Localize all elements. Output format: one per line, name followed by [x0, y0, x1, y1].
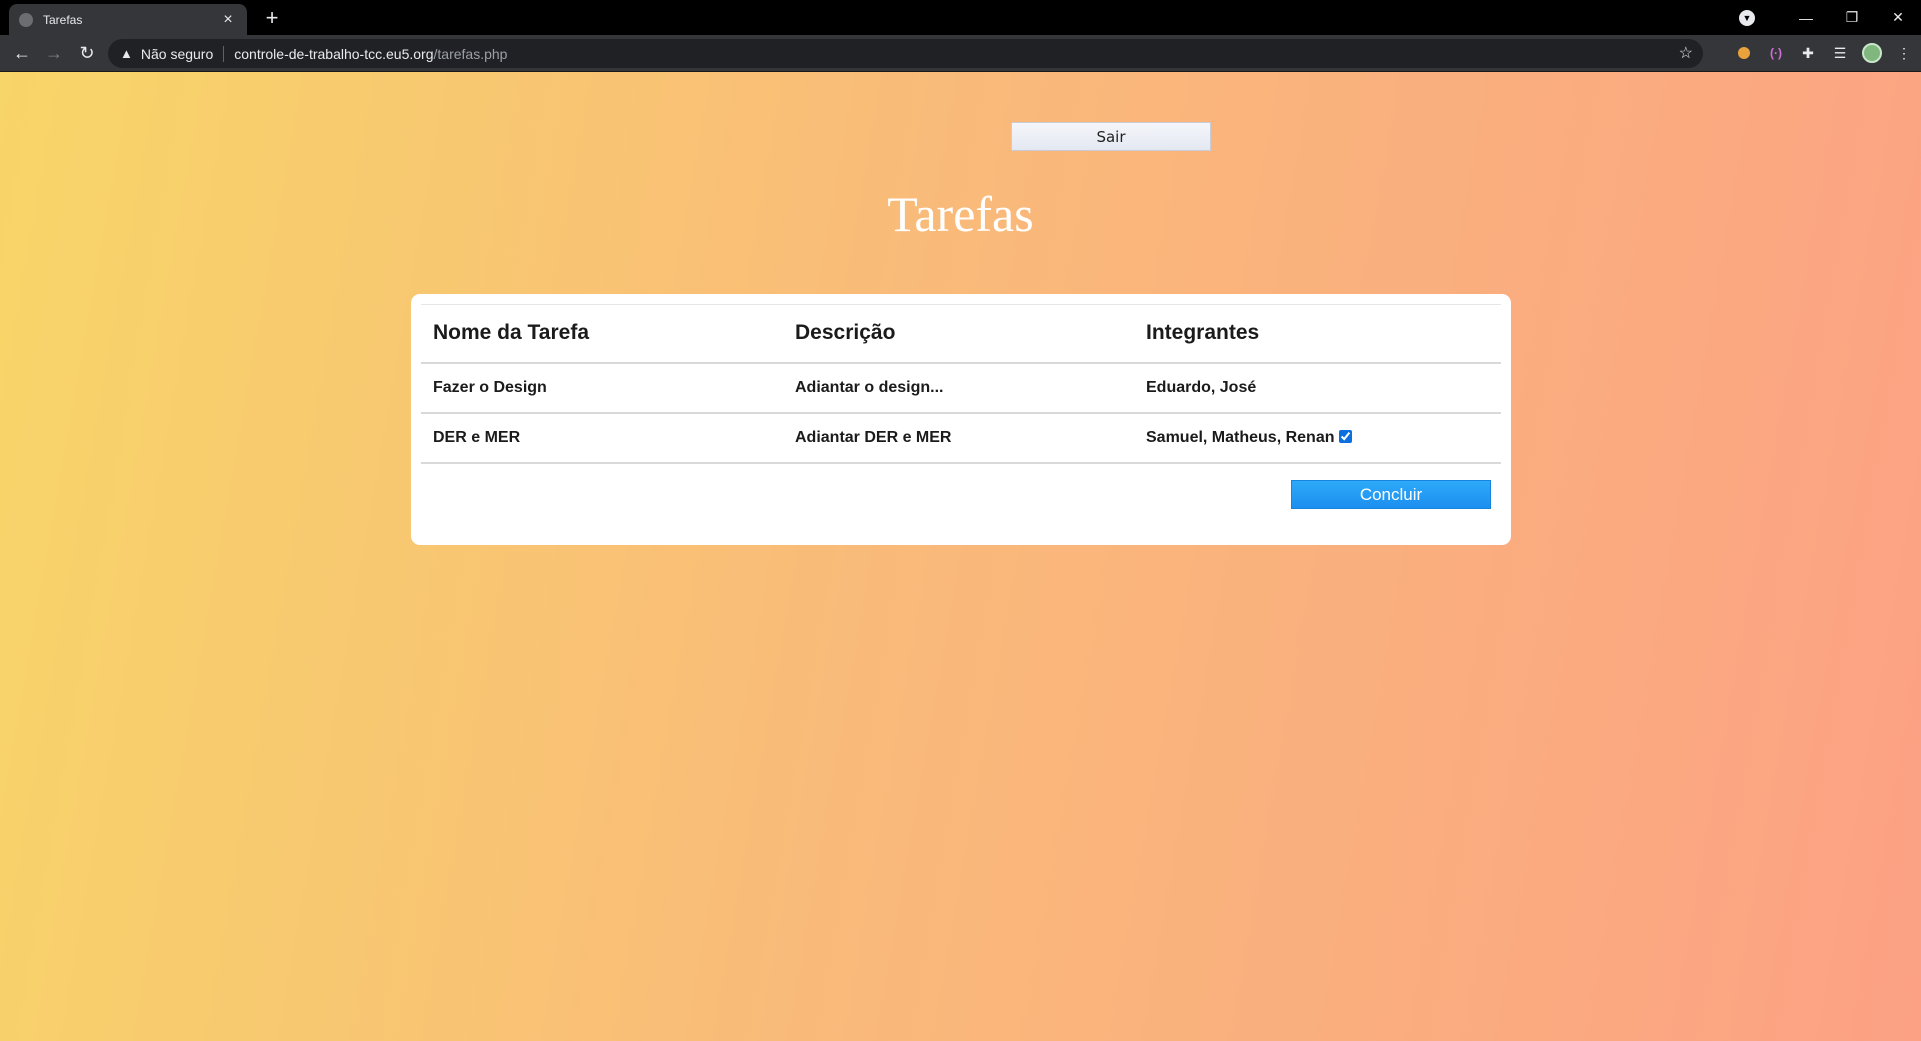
new-tab-button[interactable]: + [260, 6, 284, 30]
table-row: Fazer o Design Adiantar o design... Edua… [421, 363, 1501, 413]
code-extension-icon[interactable]: (·) [1760, 46, 1792, 60]
back-arrow-icon[interactable]: ← [10, 41, 34, 65]
media-control-icon[interactable]: ▼ [1739, 9, 1755, 26]
table-header-row: Nome da Tarefa Descrição Integrantes [421, 304, 1501, 363]
globe-icon [19, 12, 33, 27]
browser-tabstrip: Tarefas × + ▼ — ❐ ✕ [0, 0, 1921, 35]
task-members-text: Eduardo, José [1146, 378, 1257, 396]
bookmark-star-icon[interactable]: ☆ [1679, 43, 1693, 63]
table-row: DER e MER Adiantar DER e MER Samuel, Mat… [421, 413, 1501, 463]
close-tab-icon[interactable]: × [219, 11, 237, 29]
tasks-table: Nome da Tarefa Descrição Integrantes Faz… [421, 304, 1501, 464]
warning-icon: ▲ [120, 46, 133, 61]
profile-avatar[interactable] [1856, 43, 1888, 63]
url-path: /tarefas.php [433, 45, 508, 62]
column-header-name: Nome da Tarefa [433, 321, 589, 345]
security-label[interactable]: Não seguro [141, 46, 213, 62]
tasks-card: Nome da Tarefa Descrição Integrantes Faz… [411, 294, 1511, 545]
puzzle-extensions-icon[interactable]: ✚ [1792, 45, 1824, 62]
cookie-extension-icon[interactable] [1728, 47, 1760, 59]
kebab-menu-icon[interactable]: ⋮ [1888, 45, 1920, 62]
close-window-button[interactable]: ✕ [1875, 9, 1921, 26]
minimize-button[interactable]: — [1783, 10, 1829, 26]
restore-button[interactable]: ❐ [1829, 9, 1875, 26]
task-description: Adiantar o design... [795, 378, 944, 396]
omnibox-divider [223, 45, 225, 62]
extension-icons: (·) ✚ ☰ ⋮ [1728, 41, 1920, 65]
task-members-text: Samuel, Matheus, Renan [1146, 428, 1335, 446]
browser-toolbar: ← → ↻ ▲ Não seguro controle-de-trabalho-… [0, 35, 1921, 72]
url-host: controle-de-trabalho-tcc.eu5.org [234, 45, 434, 62]
reload-icon[interactable]: ↻ [75, 41, 99, 65]
page-title: Tarefas [887, 186, 1034, 242]
browser-tab[interactable]: Tarefas × [9, 4, 247, 35]
complete-button[interactable]: Concluir [1291, 480, 1491, 509]
page-viewport: Sair Tarefas Nome da Tarefa Descrição In… [0, 72, 1921, 1041]
address-bar[interactable]: ▲ Não seguro controle-de-trabalho-tcc.eu… [108, 39, 1703, 68]
window-controls: ▼ — ❐ ✕ [1739, 0, 1921, 35]
task-name: DER e MER [433, 428, 521, 446]
column-header-members: Integrantes [1146, 321, 1260, 345]
forward-arrow-icon[interactable]: → [42, 41, 66, 65]
task-complete-checkbox[interactable] [1338, 429, 1352, 443]
task-name: Fazer o Design [433, 378, 547, 396]
logout-button[interactable]: Sair [1011, 122, 1211, 151]
task-description: Adiantar DER e MER [795, 428, 952, 446]
task-members: Samuel, Matheus, Renan [1134, 413, 1501, 463]
reading-list-icon[interactable]: ☰ [1824, 45, 1856, 62]
column-header-description: Descrição [795, 321, 896, 345]
task-members: Eduardo, José [1134, 363, 1501, 413]
tab-title: Tarefas [43, 12, 83, 27]
